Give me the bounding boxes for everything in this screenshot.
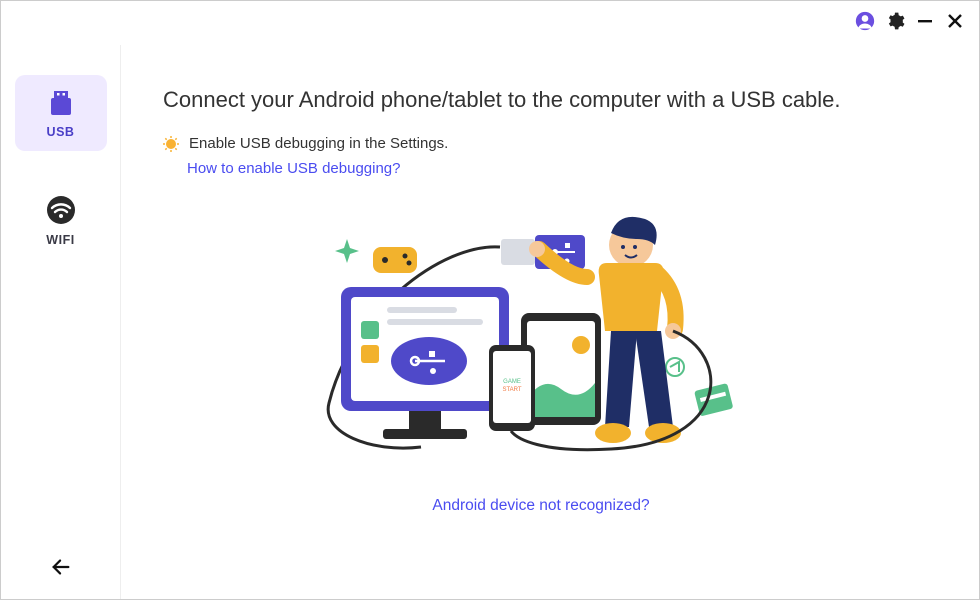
- svg-text:START: START: [502, 387, 521, 393]
- tip-text: Enable USB debugging in the Settings.: [189, 135, 448, 152]
- close-icon[interactable]: [945, 11, 965, 31]
- gear-icon[interactable]: [885, 11, 905, 31]
- account-icon[interactable]: [855, 11, 875, 31]
- content-body: USB WIFI Connect your Android phone/tabl…: [1, 1, 979, 599]
- usb-icon: [46, 91, 76, 117]
- sidebar-item-label: USB: [47, 125, 75, 139]
- help-link-usb-debugging[interactable]: How to enable USB debugging?: [187, 160, 401, 177]
- lightbulb-icon: [163, 136, 179, 152]
- app-window: USB WIFI Connect your Android phone/tabl…: [0, 0, 980, 600]
- connect-illustration: GAME START: [311, 203, 771, 463]
- tip-row: Enable USB debugging in the Settings.: [163, 135, 448, 152]
- minimize-icon[interactable]: [915, 11, 935, 31]
- main-panel: Connect your Android phone/tablet to the…: [121, 45, 979, 599]
- sidebar-item-label: WIFI: [46, 233, 74, 247]
- page-heading: Connect your Android phone/tablet to the…: [163, 87, 841, 113]
- sidebar-item-usb[interactable]: USB: [15, 75, 107, 151]
- sidebar: USB WIFI: [1, 45, 121, 599]
- back-button[interactable]: [49, 555, 73, 579]
- titlebar: [855, 1, 979, 31]
- svg-text:GAME: GAME: [503, 379, 521, 385]
- wifi-icon: [46, 195, 76, 225]
- sidebar-item-wifi[interactable]: WIFI: [15, 179, 107, 259]
- arrow-left-icon: [50, 556, 72, 578]
- footer-link-not-recognized[interactable]: Android device not recognized?: [432, 497, 649, 515]
